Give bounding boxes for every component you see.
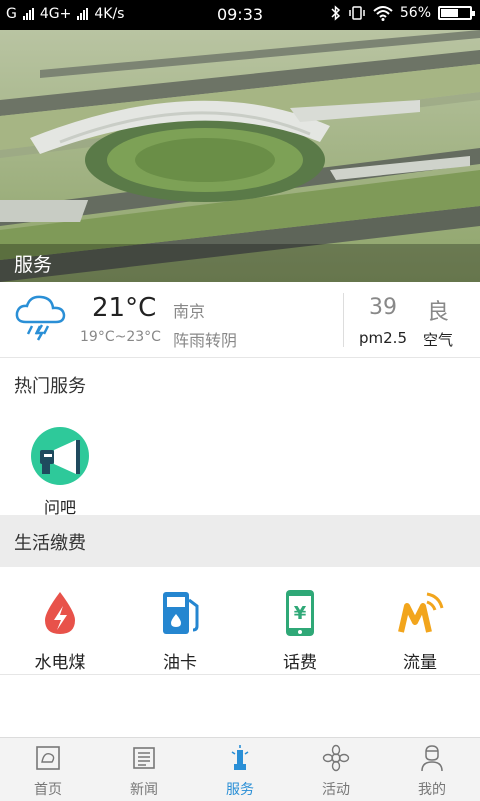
- person-icon: [421, 745, 443, 772]
- air-quality-value: 良: [426, 300, 449, 325]
- life-payment-header: 生活缴费: [0, 515, 480, 567]
- weather-condition: 阵雨转阴: [173, 331, 238, 350]
- home-icon: [36, 746, 60, 770]
- pm25-value: 39: [369, 295, 397, 320]
- tab-home-label: 首页: [34, 782, 62, 798]
- tab-activity[interactable]: 活动: [288, 744, 384, 799]
- data-signal-icon: [398, 592, 444, 633]
- life-payment-title: 生活缴费: [14, 533, 86, 554]
- data-traffic-button[interactable]: 流量: [360, 588, 480, 673]
- battery-icon: [438, 6, 475, 20]
- data-traffic-label: 流量: [403, 653, 437, 673]
- tab-services-label: 服务: [226, 782, 254, 798]
- fuel-card-button[interactable]: 油卡: [120, 588, 240, 673]
- svg-text:¥: ¥: [294, 603, 307, 624]
- thunderstorm-cloud-icon: [15, 295, 66, 341]
- phone-bill-button[interactable]: ¥ 话费: [240, 588, 360, 673]
- current-temperature: 21°C: [92, 293, 157, 323]
- hot-service-wenba[interactable]: 问吧: [28, 426, 92, 518]
- tab-profile[interactable]: 我的: [384, 744, 480, 799]
- phone-bill-label: 话费: [283, 653, 317, 673]
- life-payment-grid: 水电煤 油卡 ¥ 话费 流量: [0, 588, 480, 674]
- utility-bill-button[interactable]: 水电煤: [0, 588, 120, 673]
- city-name: 南京: [173, 302, 206, 321]
- battery-percent: 56%: [399, 5, 431, 21]
- bluetooth-icon: [331, 5, 340, 21]
- weather-divider: [343, 293, 344, 347]
- banner-caption-bar: 服务: [0, 244, 480, 282]
- banner-image[interactable]: 服务: [0, 30, 480, 282]
- bottom-tab-bar: 首页 新闻 服务 活动 我的: [0, 737, 480, 801]
- phone-yuan-icon: ¥: [286, 590, 314, 636]
- pm25-label: pm2.5: [359, 329, 407, 347]
- tab-home[interactable]: 首页: [0, 744, 96, 799]
- newspaper-icon: [133, 747, 155, 769]
- temperature-range: 19°C~23°C: [80, 329, 161, 345]
- banner-caption: 服务: [14, 254, 53, 276]
- status-bar: G 4G+ 4K/s 09:33 56%: [0, 0, 480, 30]
- fuel-card-label: 油卡: [163, 653, 197, 673]
- tab-news[interactable]: 新闻: [96, 744, 192, 799]
- fuel-pump-icon: [163, 592, 199, 634]
- grid-divider: [0, 674, 480, 675]
- tab-profile-label: 我的: [418, 782, 446, 798]
- tab-services[interactable]: 服务: [192, 744, 288, 799]
- vibrate-icon: [349, 6, 365, 20]
- megaphone-icon: [31, 427, 89, 485]
- air-quality-label: 空气: [422, 331, 453, 349]
- tower-icon: [231, 745, 249, 770]
- flower-icon: [322, 744, 350, 772]
- wifi-icon: [373, 6, 393, 21]
- weather-widget[interactable]: 21°C 19°C~23°C 南京 阵雨转阴 39 pm2.5 良 空气: [0, 282, 480, 358]
- utility-bill-label: 水电煤: [34, 653, 86, 673]
- tab-news-label: 新闻: [130, 782, 158, 798]
- hot-services-title: 热门服务: [14, 376, 86, 397]
- water-drop-bolt-icon: [45, 592, 75, 634]
- tab-activity-label: 活动: [322, 782, 350, 798]
